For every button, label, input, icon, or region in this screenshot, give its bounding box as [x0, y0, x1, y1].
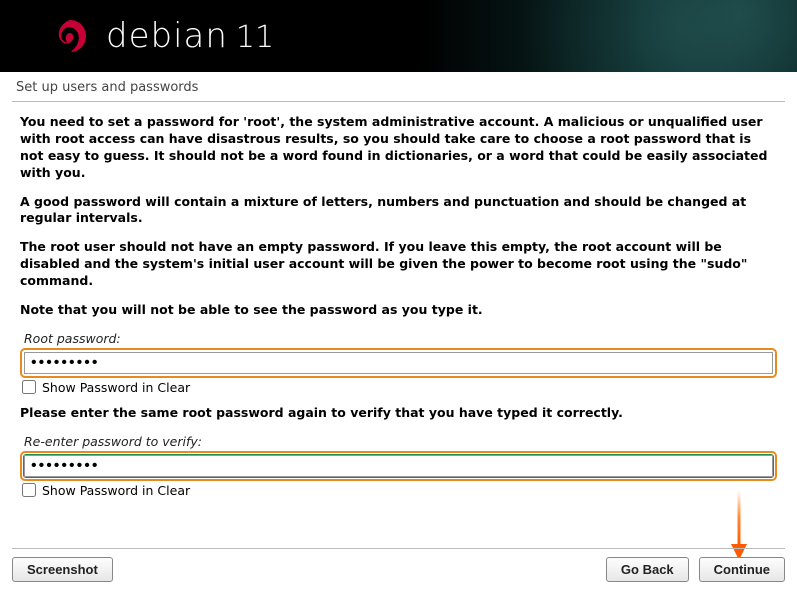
show-password-row-2[interactable]: Show Password in Clear: [22, 483, 777, 498]
main-content: You need to set a password for 'root', t…: [0, 108, 797, 550]
instruction-text-3: The root user should not have an empty p…: [20, 239, 777, 290]
divider: [12, 101, 785, 102]
brand-label: debian11: [106, 16, 274, 56]
go-back-button[interactable]: Go Back: [606, 557, 689, 582]
root-password-input[interactable]: [24, 352, 773, 374]
verify-password-input[interactable]: [24, 455, 773, 477]
show-password-row-1[interactable]: Show Password in Clear: [22, 380, 777, 395]
brand-version: 11: [236, 20, 274, 55]
instruction-text-1: You need to set a password for 'root', t…: [20, 114, 777, 182]
debian-swirl-icon: [50, 16, 90, 56]
verify-password-label: Re-enter password to verify:: [24, 434, 777, 449]
continue-button[interactable]: Continue: [699, 557, 785, 582]
verify-password-highlight: [20, 451, 777, 481]
footer-divider: [12, 548, 785, 549]
footer: Screenshot Go Back Continue: [0, 540, 797, 596]
show-password-checkbox-2[interactable]: [22, 483, 36, 497]
show-password-label-2: Show Password in Clear: [42, 483, 190, 498]
instruction-text-2: A good password will contain a mixture o…: [20, 194, 777, 228]
step-title: Set up users and passwords: [0, 72, 797, 99]
root-password-label: Root password:: [24, 331, 777, 346]
screenshot-button[interactable]: Screenshot: [12, 557, 113, 582]
installer-header: debian11: [0, 0, 797, 72]
show-password-checkbox-1[interactable]: [22, 380, 36, 394]
instruction-text-4: Note that you will not be able to see th…: [20, 302, 777, 319]
show-password-label-1: Show Password in Clear: [42, 380, 190, 395]
brand-name: debian: [106, 16, 228, 56]
root-password-highlight: [20, 348, 777, 378]
instruction-text-5: Please enter the same root password agai…: [20, 405, 777, 422]
